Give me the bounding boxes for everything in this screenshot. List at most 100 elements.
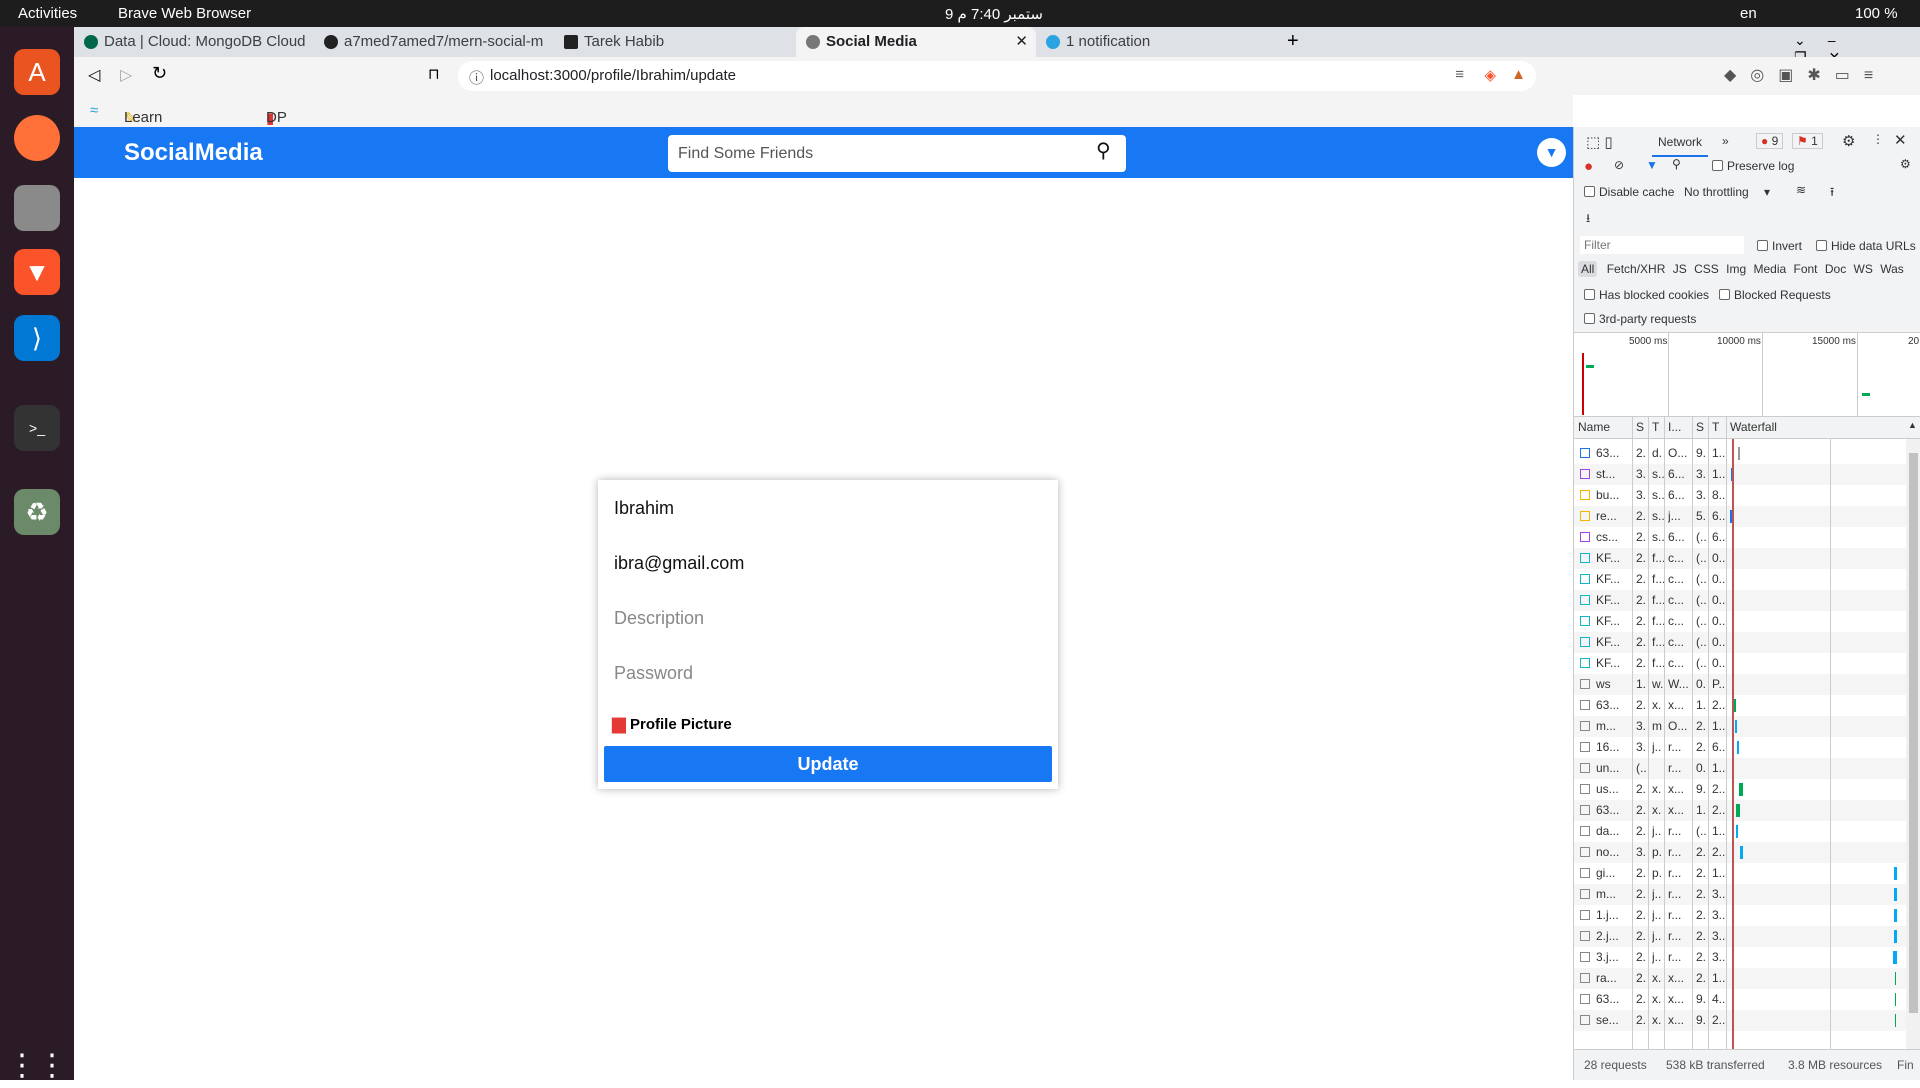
battery-level[interactable]: 100 % — [1855, 5, 1898, 22]
record-icon[interactable]: ● — [1584, 158, 1593, 175]
request-row[interactable]: m... 2. j.. r... 2. 3.. — [1574, 884, 1906, 905]
request-row[interactable]: KF... 2. f... c... (.. 0.. — [1574, 548, 1906, 569]
tab-github[interactable]: a7med7amed7/mern-social-m — [314, 27, 554, 57]
scrollbar-thumb[interactable] — [1909, 453, 1918, 1013]
network-settings-icon[interactable]: ⚙ — [1900, 157, 1911, 171]
scrollbar[interactable] — [1906, 439, 1920, 1049]
request-row[interactable]: re... 2. s.. j... 5. 6.. — [1574, 506, 1906, 527]
type-doc[interactable]: Doc — [1825, 262, 1846, 276]
files-icon[interactable] — [14, 185, 60, 231]
type-js[interactable]: JS — [1673, 262, 1687, 276]
inspect-icon[interactable]: ⬚ ▯ — [1586, 133, 1613, 151]
column-header[interactable]: T — [1652, 420, 1659, 434]
type-all[interactable]: All — [1578, 261, 1598, 277]
brave-shields-icon[interactable]: ◈ — [1484, 66, 1496, 84]
column-header[interactable]: T — [1712, 420, 1719, 434]
description-input[interactable] — [614, 608, 1044, 629]
blocked-requests-checkbox[interactable]: Blocked Requests — [1719, 288, 1831, 302]
has-blocked-cookies-checkbox[interactable]: Has blocked cookies — [1584, 288, 1709, 302]
tab-notification[interactable]: 1 notification — [1036, 27, 1276, 57]
profile-picture-picker[interactable]: ▆ Profile Picture — [612, 713, 732, 734]
request-row[interactable]: KF... 2. f... c... (.. 0.. — [1574, 653, 1906, 674]
request-row[interactable]: 16... 3. j.. r... 2. 6.. — [1574, 737, 1906, 758]
request-row[interactable]: 2.j... 2. j.. r... 2. 3.. — [1574, 926, 1906, 947]
logo[interactable]: SocialMedia — [124, 139, 263, 167]
password-input[interactable] — [614, 663, 1044, 684]
extension-icons[interactable]: ◆◎▣✱▭≡ — [1724, 65, 1887, 85]
request-row[interactable]: gi... 2. p. r... 2. 1.. — [1574, 863, 1906, 884]
back-icon[interactable]: ◁ — [88, 65, 100, 85]
request-row[interactable]: 63... 2. d. O... 9. 1.. — [1574, 443, 1906, 464]
brave-icon[interactable]: ▼ — [14, 249, 60, 295]
request-row[interactable]: un... (.. r... 0. 1.. — [1574, 758, 1906, 779]
requests-table[interactable]: 63... 2. d. O... 9. 1.. st... 3. s.. 6... 3. 1.. bu.… — [1574, 439, 1906, 1049]
filter-icon[interactable]: ▼ — [1646, 158, 1658, 172]
tab-social-media[interactable]: Social Media ✕ — [796, 27, 1036, 57]
tab-network[interactable]: Network — [1652, 135, 1709, 157]
column-header[interactable]: I... — [1668, 420, 1681, 434]
import-har-icon[interactable]: ⭱ — [1830, 183, 1834, 204]
bookmark-icon[interactable]: ≈ — [90, 102, 98, 119]
network-conditions-icon[interactable]: ≋ — [1796, 183, 1806, 197]
activities-button[interactable]: Activities — [18, 5, 77, 22]
request-row[interactable]: 63... 2. x. x... 1. 2.. — [1574, 695, 1906, 716]
request-row[interactable]: KF... 2. f... c... (.. 0.. — [1574, 569, 1906, 590]
column-header[interactable]: Name — [1578, 420, 1610, 434]
request-row[interactable]: se... 2. x. x... 9. 2.. — [1574, 1010, 1906, 1031]
type-img[interactable]: Img — [1726, 262, 1746, 276]
network-overview-timeline[interactable]: 5000 ms 10000 ms 15000 ms 20 — [1574, 332, 1920, 418]
type-media[interactable]: Media — [1753, 262, 1786, 276]
email-input[interactable] — [614, 553, 1044, 574]
site-info-icon[interactable]: ⓘ — [469, 67, 484, 88]
close-tab-icon[interactable]: ✕ — [1015, 32, 1028, 50]
name-input[interactable] — [614, 498, 1044, 519]
invert-checkbox[interactable]: Invert — [1757, 239, 1802, 253]
type-css[interactable]: CSS — [1694, 262, 1719, 276]
third-party-requests-checkbox[interactable]: 3rd-party requests — [1584, 312, 1696, 326]
dropdown-chevron-icon[interactable]: ▼ — [1537, 138, 1566, 167]
trash-icon[interactable]: ♻ — [14, 489, 60, 535]
software-center-icon[interactable]: A — [14, 49, 60, 95]
request-row[interactable]: ra... 2. x. x... 2. 1.. — [1574, 968, 1906, 989]
error-count[interactable]: ● 9 — [1756, 133, 1784, 149]
warning-count[interactable]: ⚑ 1 — [1792, 133, 1823, 149]
filter-input[interactable] — [1580, 236, 1744, 254]
request-row[interactable]: ws 1. w. W... 0. P.. — [1574, 674, 1906, 695]
tab-mongodb[interactable]: Data | Cloud: MongoDB Cloud — [74, 27, 314, 57]
reload-icon[interactable]: ↻ — [152, 63, 167, 84]
clock[interactable]: 9 ستمبر 7:40 م — [945, 5, 1043, 23]
forward-icon[interactable]: ▷ — [120, 65, 132, 85]
more-tabs-icon[interactable]: » — [1722, 134, 1729, 148]
throttling-select[interactable]: No throttling ▾ — [1684, 185, 1770, 199]
sort-icon[interactable]: ▲ — [1908, 420, 1917, 430]
brave-rewards-icon[interactable]: ▲ — [1511, 66, 1526, 83]
column-header[interactable]: S — [1636, 420, 1644, 434]
request-row[interactable]: 63... 2. x. x... 9. 4.. — [1574, 989, 1906, 1010]
request-row[interactable]: 3.j... 2. j.. r... 2. 3.. — [1574, 947, 1906, 968]
terminal-icon[interactable]: >_ — [14, 405, 60, 451]
hide-data-urls-checkbox[interactable]: Hide data URLs — [1816, 239, 1916, 253]
column-header[interactable]: S — [1696, 420, 1704, 434]
type-ws[interactable]: WS — [1854, 262, 1873, 276]
request-row[interactable]: KF... 2. f... c... (.. 0.. — [1574, 590, 1906, 611]
app-grid-icon[interactable]: ⋮⋮ — [7, 1042, 67, 1088]
request-row[interactable]: us... 2. x. x... 9. 2.. — [1574, 779, 1906, 800]
request-row[interactable]: KF... 2. f... c... (.. 0.. — [1574, 632, 1906, 653]
request-row[interactable]: m... 3. m O... 2. 1.. — [1574, 716, 1906, 737]
friend-search-input[interactable] — [668, 135, 1126, 172]
address-bar[interactable]: ⓘ localhost:3000/profile/Ibrahim/update … — [458, 61, 1536, 91]
request-row[interactable]: st... 3. s.. 6... 3. 1.. — [1574, 464, 1906, 485]
export-har-icon[interactable]: ⭳ — [1586, 209, 1590, 230]
vscode-icon[interactable]: ⟩ — [14, 315, 60, 361]
type-fetch-xhr[interactable]: Fetch/XHR — [1607, 262, 1666, 276]
active-app-name[interactable]: Brave Web Browser — [118, 5, 251, 22]
settings-icon[interactable]: ⚙ — [1842, 132, 1855, 150]
firefox-icon[interactable] — [14, 115, 60, 161]
type-font[interactable]: Font — [1794, 262, 1818, 276]
preserve-log-checkbox[interactable]: Preserve log — [1712, 159, 1794, 173]
update-button[interactable]: Update — [604, 746, 1052, 782]
request-row[interactable]: cs... 2. s.. 6... (.. 6.. — [1574, 527, 1906, 548]
clear-icon[interactable]: ⊘ — [1614, 158, 1624, 172]
search-icon[interactable]: ⚲ — [1096, 138, 1111, 163]
new-tab-button[interactable]: + — [1287, 30, 1299, 53]
